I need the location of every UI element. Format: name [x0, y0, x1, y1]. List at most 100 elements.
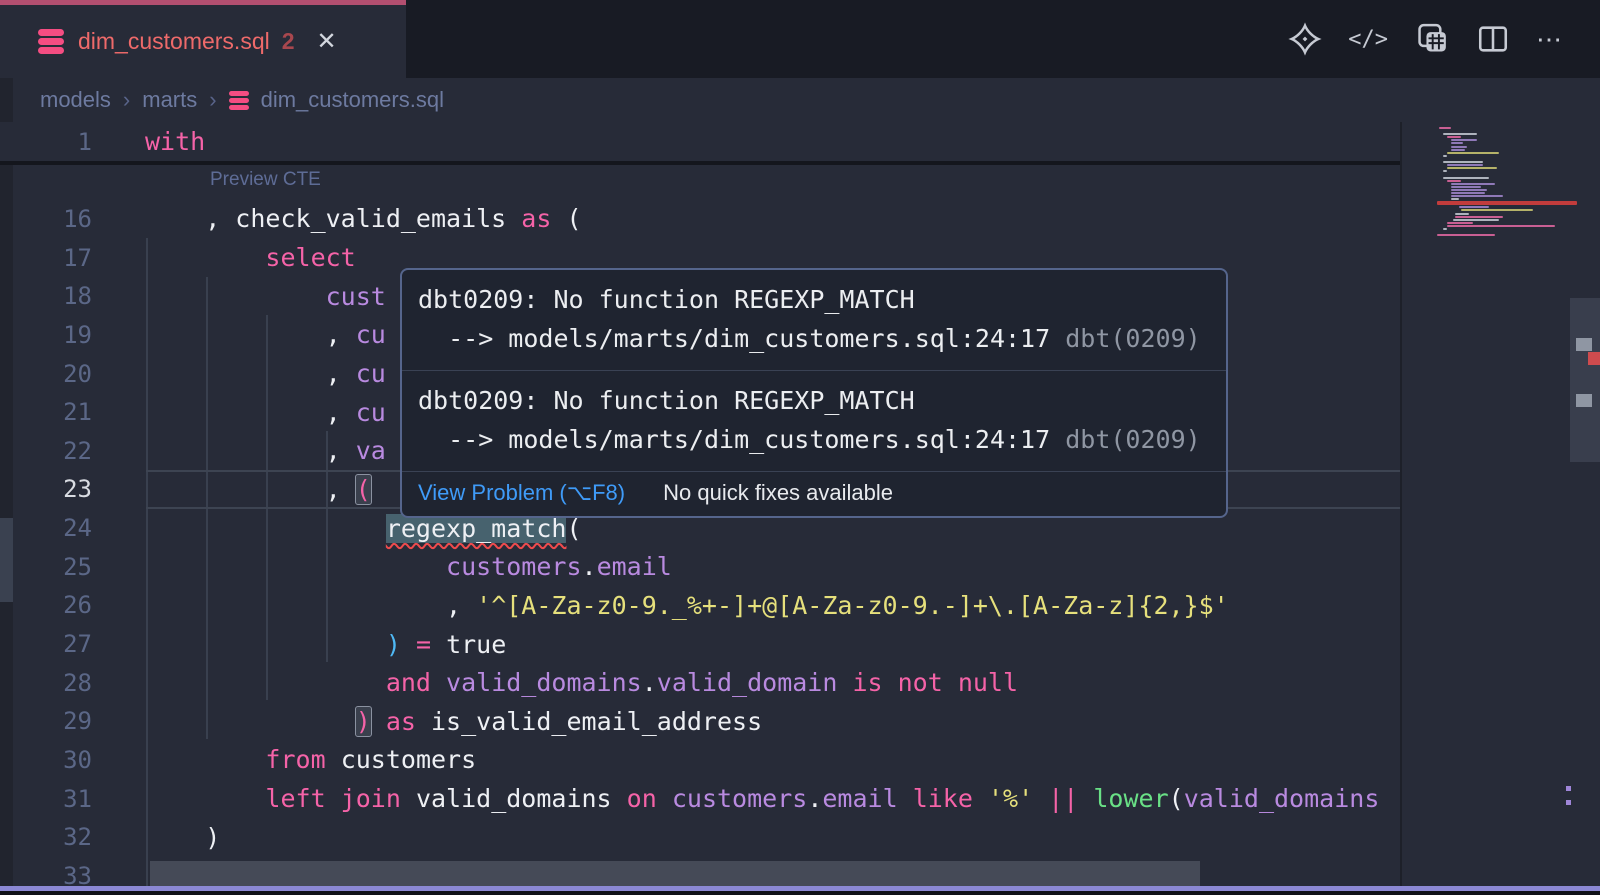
database-file-icon — [229, 91, 249, 110]
code-line[interactable]: 31 left join valid_domains on customers.… — [0, 779, 1400, 818]
dbt-logo-icon[interactable] — [1288, 22, 1322, 56]
overview-ruler-mark — [1576, 338, 1592, 351]
minimap-line — [1443, 155, 1447, 157]
problem-location: --> models/marts/dim_customers.sql:24:17… — [418, 420, 1210, 459]
line-number[interactable]: 29 — [0, 707, 92, 735]
code-token: ) — [386, 630, 401, 659]
code-text: cust — [145, 282, 386, 311]
codelens-row: Preview CTE — [0, 161, 1400, 200]
minimap[interactable] — [1437, 127, 1570, 237]
code-token: valid_domains — [446, 668, 642, 697]
line-number[interactable]: 18 — [0, 282, 92, 310]
line-number[interactable]: 27 — [0, 630, 92, 658]
code-line[interactable]: 27 ) = true — [0, 625, 1400, 664]
horizontal-scrollbar[interactable] — [150, 861, 1200, 887]
code-token: like — [913, 784, 973, 813]
code-text: ) as is_valid_email_address — [145, 707, 762, 736]
line-number: 1 — [0, 128, 92, 156]
minimap-divider — [1400, 122, 1402, 887]
code-text: , ( — [145, 475, 371, 504]
code-token: , — [145, 359, 356, 388]
line-number[interactable]: 17 — [0, 244, 92, 272]
line-number[interactable]: 31 — [0, 785, 92, 813]
code-token — [401, 630, 416, 659]
breadcrumb-models[interactable]: models — [40, 87, 111, 113]
minimap-line — [1451, 142, 1463, 144]
tab-dim-customers[interactable]: dim_customers.sql 2 ✕ — [0, 0, 406, 78]
bottom-edge — [0, 891, 1600, 895]
code-token: , — [145, 475, 356, 504]
line-number[interactable]: 32 — [0, 823, 92, 851]
code-token: cu — [356, 398, 386, 427]
line-number[interactable]: 20 — [0, 360, 92, 388]
code-icon[interactable]: </> — [1348, 27, 1388, 52]
code-token: , — [145, 436, 356, 465]
line-number[interactable]: 16 — [0, 205, 92, 233]
code-text: , '^[A-Za-z0-9._%+-]+@[A-Za-z0-9.-]+\.[A… — [145, 591, 1229, 620]
code-token — [145, 707, 356, 736]
line-number[interactable]: 19 — [0, 321, 92, 349]
sticky-scroll-line[interactable]: 1 with — [0, 122, 1400, 165]
minimap-line — [1451, 149, 1465, 151]
minimap-line — [1447, 225, 1555, 227]
minimap-line — [1443, 177, 1489, 179]
code-text: ) — [145, 823, 220, 852]
code-line[interactable]: 16 , check_valid_emails as ( — [0, 200, 1400, 239]
code-token: valid_domains — [401, 784, 627, 813]
more-actions-icon[interactable]: ⋯ — [1536, 24, 1564, 55]
code-token: email — [822, 784, 897, 813]
code-line[interactable]: 28 and valid_domains.valid_domain is not… — [0, 663, 1400, 702]
popup-status-bar: View Problem (⌥F8) No quick fixes availa… — [402, 472, 1226, 516]
split-editor-icon[interactable] — [1476, 22, 1510, 56]
code-line[interactable]: 32 ) — [0, 818, 1400, 857]
minimap-line — [1443, 170, 1447, 172]
overview-ruler-error-mark — [1588, 352, 1600, 365]
close-tab-icon[interactable]: ✕ — [317, 27, 337, 56]
minimap-line — [1443, 133, 1477, 135]
view-problem-link[interactable]: View Problem (⌥F8) — [418, 480, 625, 506]
problem-source: dbt(0209) — [1065, 425, 1200, 454]
code-line[interactable]: 26 , '^[A-Za-z0-9._%+-]+@[A-Za-z0-9.-]+\… — [0, 586, 1400, 625]
breadcrumb-marts[interactable]: marts — [142, 87, 197, 113]
code-line[interactable]: 29 ) as is_valid_email_address — [0, 702, 1400, 741]
code-line[interactable]: 30 from customers — [0, 741, 1400, 780]
line-number[interactable]: 25 — [0, 553, 92, 581]
code-token — [145, 514, 386, 543]
minimap-line — [1451, 198, 1459, 200]
line-number[interactable]: 26 — [0, 591, 92, 619]
minimap-line — [1443, 228, 1447, 230]
code-token: as — [386, 707, 416, 736]
query-results-icon[interactable] — [1414, 21, 1450, 57]
code-token: '%' — [988, 784, 1033, 813]
code-token — [145, 668, 386, 697]
breadcrumb-file[interactable]: dim_customers.sql — [261, 87, 444, 113]
code-token: with — [145, 127, 205, 156]
code-token — [1078, 784, 1093, 813]
line-number[interactable]: 28 — [0, 669, 92, 697]
line-number[interactable]: 30 — [0, 746, 92, 774]
line-number[interactable]: 21 — [0, 398, 92, 426]
code-text: and valid_domains.valid_domain is not nu… — [145, 668, 1018, 697]
code-token: ( — [356, 475, 371, 504]
code-token — [145, 282, 326, 311]
minimap-line — [1447, 167, 1497, 169]
code-token: is not null — [852, 668, 1018, 697]
sticky-code-text: with — [145, 127, 205, 156]
code-line[interactable]: 25 customers.email — [0, 547, 1400, 586]
code-token: cu — [356, 320, 386, 349]
codelens-preview-cte[interactable]: Preview CTE — [210, 169, 321, 191]
code-token: customers — [326, 745, 477, 774]
line-number[interactable]: 22 — [0, 437, 92, 465]
code-token: valid_domains — [1184, 784, 1380, 813]
line-number[interactable]: 23 — [0, 475, 92, 503]
minimap-line — [1461, 209, 1533, 211]
minimap-line — [1451, 189, 1487, 191]
code-token: from — [265, 745, 325, 774]
minimap-line — [1451, 139, 1477, 141]
code-token — [973, 784, 988, 813]
code-token — [371, 707, 386, 736]
line-number[interactable]: 24 — [0, 514, 92, 542]
vertical-scrollbar[interactable] — [1570, 298, 1600, 462]
problem-entry: dbt0209: No function REGEXP_MATCH --> mo… — [402, 371, 1226, 472]
code-token: ( — [1169, 784, 1184, 813]
